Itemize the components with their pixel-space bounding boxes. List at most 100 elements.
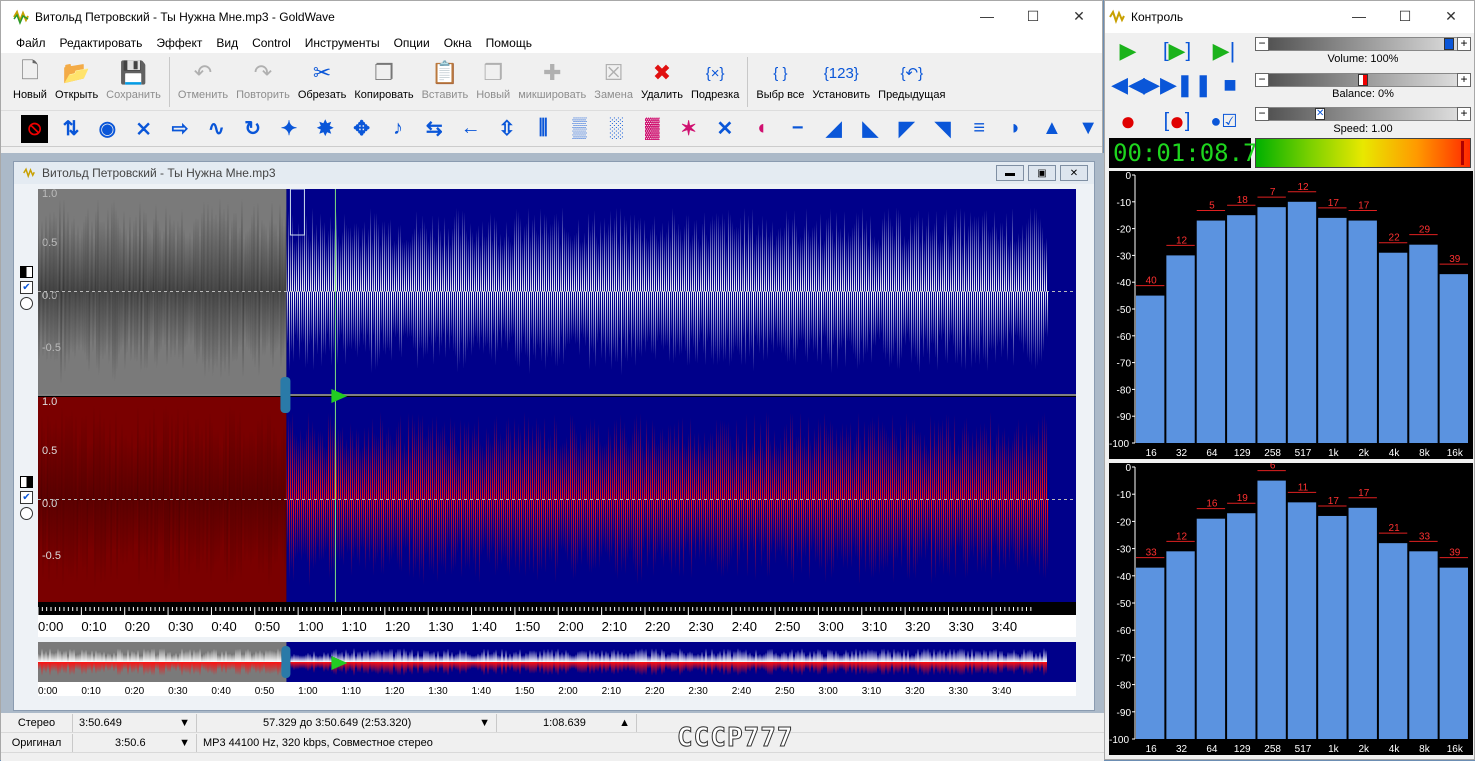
- balance-decrease-button[interactable]: −: [1255, 73, 1269, 87]
- time-ruler[interactable]: 0:00 0:10 0:20 0:30 0:40 0:50 1:00 1:10 1:20 1:30…: [38, 605, 1076, 637]
- overview-selection-marker[interactable]: [281, 646, 291, 678]
- menu-3[interactable]: Вид: [209, 36, 245, 50]
- child-minimize-button[interactable]: ▬: [996, 165, 1024, 181]
- speed-slider[interactable]: − ✕ +: [1255, 107, 1471, 121]
- menu-6[interactable]: Опции: [387, 36, 437, 50]
- volume-slider-thumb[interactable]: [1444, 38, 1454, 50]
- toolbar-button-12[interactable]: {×} Подрезка: [687, 57, 743, 109]
- control-minimize-button[interactable]: —: [1336, 1, 1382, 31]
- child-close-button[interactable]: ✕: [1060, 165, 1088, 181]
- position-status[interactable]: 1:08.639 ▲: [497, 713, 637, 732]
- close-button[interactable]: ✕: [1056, 1, 1102, 31]
- offset-icon[interactable]: ✥: [348, 115, 375, 143]
- play-selection-icon[interactable]: [▶]: [1160, 35, 1194, 67]
- toolbar-button-15[interactable]: {↶} Предыдущая: [874, 57, 949, 109]
- menu-2[interactable]: Эффект: [149, 36, 209, 50]
- toolbar-button-14[interactable]: {123} Установить: [808, 57, 874, 109]
- channel-mixer-icon[interactable]: −: [784, 115, 811, 143]
- play-icon[interactable]: ▶: [1111, 35, 1145, 67]
- balance-increase-button[interactable]: +: [1457, 73, 1471, 87]
- invert-icon[interactable]: ◖: [748, 115, 775, 143]
- overview-display[interactable]: 0:00 0:10 0:20 0:30 0:40 0:50 1:00 1:10 1:20 1:30…: [38, 642, 1076, 696]
- original-length-status[interactable]: 3:50.6 ▼: [73, 733, 197, 752]
- equalizer-wave-icon[interactable]: ∿: [203, 115, 230, 143]
- loop-icon[interactable]: ↻: [239, 115, 266, 143]
- toolbar-button-0[interactable]: 🗋 Новый: [9, 57, 51, 109]
- change-pitch-icon[interactable]: ⇅: [57, 115, 84, 143]
- volume-slider[interactable]: − +: [1255, 37, 1471, 51]
- volume-icon[interactable]: ◗: [1002, 115, 1029, 143]
- toolbar-button-13[interactable]: { } Выбр все: [752, 57, 808, 109]
- fade-in-icon[interactable]: ◤: [893, 115, 920, 143]
- spectrum-filter-icon[interactable]: ▓: [639, 115, 666, 143]
- channel-solo-radio[interactable]: [20, 297, 33, 310]
- record-options-icon[interactable]: ●☑: [1207, 105, 1241, 137]
- minimize-button[interactable]: —: [964, 1, 1010, 31]
- volume-increase-button[interactable]: +: [1457, 37, 1471, 51]
- normalize-icon[interactable]: ▼: [1075, 115, 1102, 143]
- toolbar-button-5[interactable]: ✂ Обрезать: [294, 57, 351, 109]
- doppler-icon[interactable]: ◉: [94, 115, 121, 143]
- resample-icon[interactable]: ⇳: [493, 115, 520, 143]
- maximize-icon[interactable]: ▲: [1038, 115, 1065, 143]
- fast-forward-icon[interactable]: ▶▶: [1143, 69, 1177, 101]
- balance-slider[interactable]: − +: [1255, 73, 1471, 87]
- match-volume-icon[interactable]: ≡: [966, 115, 993, 143]
- control-maximize-button[interactable]: ☐: [1382, 1, 1428, 31]
- menu-5[interactable]: Инструменты: [298, 36, 387, 50]
- range-status[interactable]: 57.329 до 3:50.649 (2:53.320) ▼: [197, 713, 497, 732]
- time-warp-icon[interactable]: ✕: [711, 115, 738, 143]
- menu-7[interactable]: Окна: [437, 36, 479, 50]
- rewind-icon[interactable]: ◀◀: [1111, 69, 1145, 101]
- playback-rate-icon[interactable]: ←: [457, 115, 484, 143]
- volume-decrease-button[interactable]: −: [1255, 37, 1269, 51]
- fade-out-icon[interactable]: ◥: [929, 115, 956, 143]
- toolbar-button-9[interactable]: ✚ микшировать: [514, 57, 590, 109]
- speed-slider-thumb[interactable]: ✕: [1315, 108, 1325, 120]
- silence-icon[interactable]: ▒: [566, 115, 593, 143]
- selection-start-marker[interactable]: [280, 377, 291, 413]
- channel-solo-radio[interactable]: [20, 507, 33, 520]
- echo-volume-icon[interactable]: ◣: [857, 115, 884, 143]
- echo-icon[interactable]: ⇨: [166, 115, 193, 143]
- toolbar-button-4[interactable]: ↷ Повторить: [232, 57, 294, 109]
- flanger-icon[interactable]: ✦: [275, 115, 302, 143]
- toolbar-button-8[interactable]: ❒ Новый: [472, 57, 514, 109]
- pan-icon[interactable]: ◢: [820, 115, 847, 143]
- speed-decrease-button[interactable]: −: [1255, 107, 1269, 121]
- maximize-button[interactable]: ☐: [1010, 1, 1056, 31]
- channel-enable-checkbox[interactable]: ✔: [20, 491, 33, 504]
- reverse-icon[interactable]: ⫼: [530, 115, 557, 143]
- toolbar-button-3[interactable]: ↶ Отменить: [174, 57, 232, 109]
- channel-select-icon[interactable]: [20, 266, 33, 278]
- stop-icon[interactable]: ■: [1213, 69, 1247, 101]
- control-titlebar[interactable]: Контроль — ☐ ✕: [1105, 1, 1474, 33]
- stop-effect-icon[interactable]: ⦸: [21, 114, 49, 143]
- reverb-icon[interactable]: ⇆: [421, 115, 448, 143]
- menu-0[interactable]: Файл: [9, 36, 53, 50]
- toolbar-button-2[interactable]: 💾 Сохранить: [102, 57, 165, 109]
- toolbar-button-7[interactable]: 📋 Вставить: [418, 57, 473, 109]
- play-to-end-icon[interactable]: ▶ |: [1207, 35, 1241, 67]
- record-selection-icon[interactable]: [●]: [1160, 105, 1194, 137]
- length-status[interactable]: 3:50.649 ▼: [73, 713, 197, 732]
- control-close-button[interactable]: ✕: [1428, 1, 1474, 31]
- volume-shape-icon[interactable]: ░: [602, 115, 629, 143]
- dynamics-icon[interactable]: ⨯: [130, 115, 157, 143]
- speed-increase-button[interactable]: +: [1457, 107, 1471, 121]
- channel-select-icon[interactable]: [20, 476, 33, 488]
- pitch-icon[interactable]: ♪: [384, 115, 411, 143]
- menu-1[interactable]: Редактировать: [53, 36, 150, 50]
- toolbar-button-11[interactable]: ✖ Удалить: [637, 57, 687, 109]
- menu-8[interactable]: Помощь: [479, 36, 539, 50]
- child-restore-button[interactable]: ▣: [1028, 165, 1056, 181]
- channel-enable-checkbox[interactable]: ✔: [20, 281, 33, 294]
- balance-slider-thumb[interactable]: [1358, 74, 1368, 86]
- main-titlebar[interactable]: Витольд Петровский - Ты Нужна Мне.mp3 - …: [1, 1, 1102, 33]
- mechanize-icon[interactable]: ✸: [312, 115, 339, 143]
- toolbar-button-1[interactable]: 📂 Открыть: [51, 57, 102, 109]
- pause-icon[interactable]: ❚❚: [1176, 69, 1213, 101]
- toolbar-button-6[interactable]: ❐ Копировать: [350, 57, 417, 109]
- record-icon[interactable]: ●: [1111, 105, 1145, 137]
- menu-4[interactable]: Control: [245, 36, 298, 50]
